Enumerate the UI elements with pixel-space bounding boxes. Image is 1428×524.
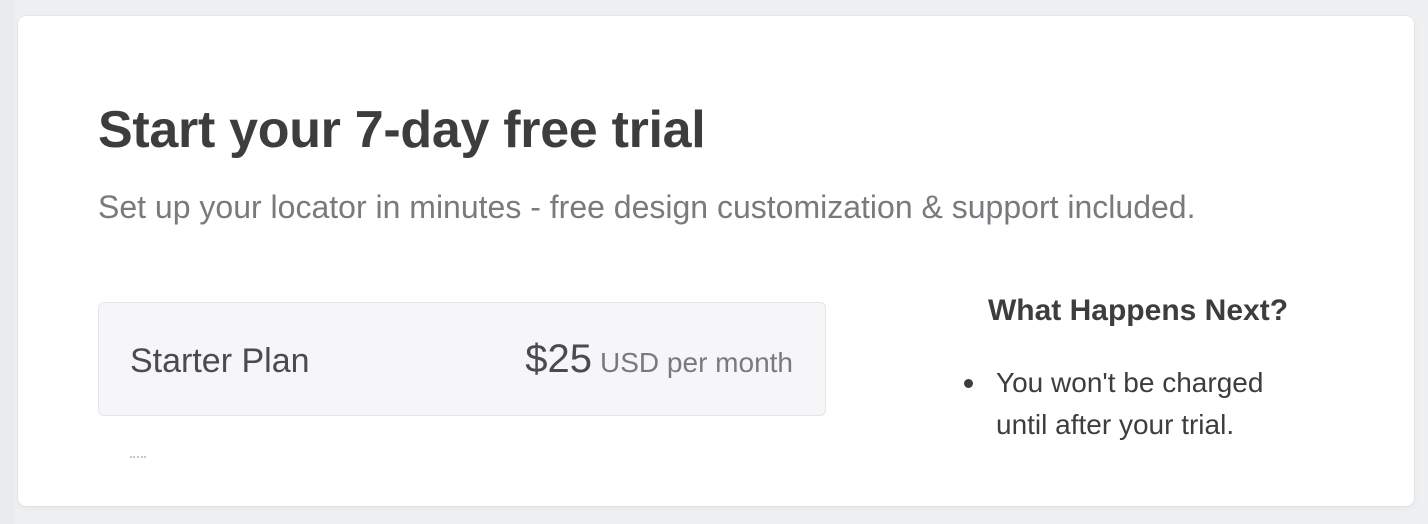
truncated-content-hint xyxy=(130,456,146,464)
next-steps-list: You won't be charged until after your tr… xyxy=(948,362,1328,446)
plan-period: USD per month xyxy=(600,347,793,378)
list-item-text: You won't be charged until after your tr… xyxy=(996,367,1264,440)
plan-price-group: $25 USD per month xyxy=(525,335,793,392)
page-subtitle: Set up your locator in minutes - free de… xyxy=(98,189,1196,225)
next-steps-panel: What Happens Next? You won't be charged … xyxy=(948,288,1328,446)
trial-modal: Start your 7-day free trial Set up your … xyxy=(18,16,1414,506)
plan-name: Starter Plan xyxy=(130,342,310,380)
page-title: Start your 7-day free trial xyxy=(98,101,706,159)
bullet-icon xyxy=(964,379,973,388)
next-steps-heading: What Happens Next? xyxy=(987,294,1289,327)
plan-card[interactable]: Starter Plan $25 USD per month xyxy=(98,302,826,416)
plan-price: $25 xyxy=(525,337,593,381)
list-item: You won't be charged until after your tr… xyxy=(948,362,1316,446)
